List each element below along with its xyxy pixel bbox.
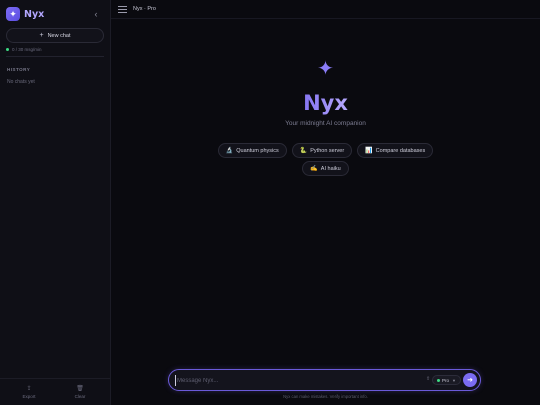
brand-name: Nyx — [24, 8, 45, 20]
suggestion-compare-databases[interactable]: 📊 Compare databases — [357, 143, 434, 158]
sidebar: ✦ Nyx ‹ + New chat 0 / 30 msg/min HISTOR… — [0, 0, 111, 405]
new-chat-label: New chat — [47, 32, 71, 39]
topbar-title: Nyx · Pro — [133, 6, 156, 12]
clear-button[interactable]: 🗑 Clear — [60, 386, 100, 399]
arrow-right-icon: ➜ — [467, 377, 473, 384]
main-panel: Nyx · Pro ✦ Nyx Your midnight AI compani… — [111, 0, 540, 405]
suggestion-label: AI haiku — [320, 165, 341, 172]
chevron-down-icon: ▼ — [452, 377, 456, 383]
export-icon: ⇪ — [26, 386, 32, 392]
sparkle-logo-icon: ✦ — [6, 7, 20, 21]
bar-chart-icon: 📊 — [365, 148, 373, 154]
hero-title: Nyx — [111, 91, 540, 115]
message-composer: ⇧ Pro ▼ ➜ — [168, 369, 481, 391]
clear-label: Clear — [74, 394, 86, 399]
suggestion-quantum-physics[interactable]: 🔬 Quantum physics — [217, 143, 287, 158]
export-button[interactable]: ⇪ Export — [9, 386, 49, 399]
writing-hand-icon: ✍ — [310, 166, 318, 172]
attach-icon[interactable]: ⇧ — [426, 376, 430, 382]
history-empty-text: No chats yet — [7, 79, 35, 85]
status-dot-icon — [6, 48, 9, 51]
new-chat-button[interactable]: + New chat — [6, 28, 104, 43]
suggestion-label: Quantum physics — [236, 147, 279, 154]
trash-icon: 🗑 — [76, 386, 84, 392]
topbar: Nyx · Pro — [111, 0, 540, 19]
hero-title-text: Nyx — [303, 91, 348, 115]
send-button[interactable]: ➜ — [463, 373, 477, 387]
plus-icon: + — [39, 32, 44, 39]
suggestion-label: Python server — [310, 147, 345, 154]
brand[interactable]: ✦ Nyx — [6, 7, 44, 21]
model-selector[interactable]: Pro ▼ — [432, 375, 461, 385]
sparkle-icon: ✦ — [317, 58, 334, 80]
collapse-sidebar-icon[interactable]: ‹ — [91, 8, 101, 20]
sidebar-footer: ⇪ Export 🗑 Clear — [0, 378, 111, 405]
suggestion-python-server[interactable]: 🐍 Python server — [291, 143, 353, 158]
model-label: Pro — [442, 377, 450, 383]
suggestion-chips: 🔬 Quantum physics 🐍 Python server 📊 Comp… — [111, 143, 540, 179]
export-label: Export — [22, 394, 36, 399]
hero-subtitle: Your midnight AI companion — [285, 120, 366, 127]
rate-limit-status: 0 / 30 msg/min — [6, 47, 42, 52]
microscope-icon: 🔬 — [225, 148, 234, 154]
message-input[interactable] — [175, 375, 375, 386]
suggestion-ai-haiku[interactable]: ✍ AI haiku — [302, 161, 349, 176]
divider — [6, 56, 104, 57]
snake-icon: 🐍 — [299, 148, 308, 154]
rate-limit-text: 0 / 30 msg/min — [12, 47, 42, 52]
history-heading: HISTORY — [7, 67, 31, 72]
disclaimer-text: Nyx can make mistakes. Verify important … — [283, 394, 368, 399]
menu-icon[interactable] — [118, 6, 127, 13]
status-dot-icon — [437, 378, 440, 382]
suggestion-label: Compare databases — [375, 147, 426, 154]
